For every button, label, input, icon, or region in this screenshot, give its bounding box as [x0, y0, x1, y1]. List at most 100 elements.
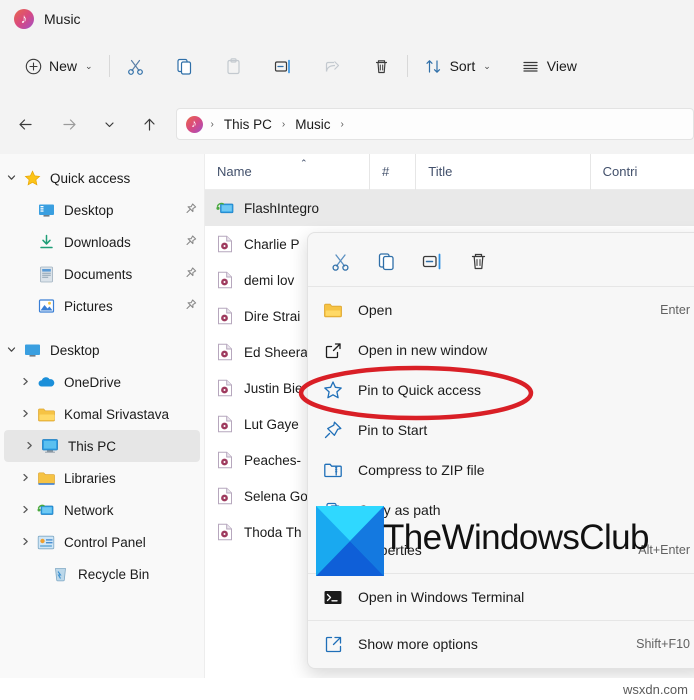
- sidebar-item-label: Desktop: [64, 202, 114, 218]
- sidebar-item-recycle-bin[interactable]: Recycle Bin: [0, 558, 204, 590]
- paste-button[interactable]: [217, 49, 250, 83]
- sidebar-item-label: Downloads: [64, 234, 131, 250]
- pin-icon[interactable]: [179, 296, 200, 317]
- audio-file-icon: [215, 270, 235, 290]
- context-item-pin-to-start[interactable]: Pin to Start: [308, 410, 694, 450]
- audio-file-icon: [215, 306, 235, 326]
- sidebar-item-downloads[interactable]: Downloads: [0, 226, 204, 258]
- chevron-collapsed-icon[interactable]: [18, 440, 40, 453]
- sidebar-item-desktop-qa[interactable]: Desktop: [0, 194, 204, 226]
- column-header-label: Title: [428, 164, 453, 179]
- sidebar-item-documents[interactable]: Documents: [0, 258, 204, 290]
- chevron-expanded-icon[interactable]: [0, 344, 22, 357]
- context-item-open-in-new-window[interactable]: Open in new window: [308, 330, 694, 370]
- watermark-site-text: wsxdn.com: [622, 682, 688, 697]
- pin-icon[interactable]: [179, 264, 200, 285]
- onedrive-cloud-icon: [36, 373, 56, 391]
- file-name: demi lov: [244, 272, 295, 288]
- column-header-name[interactable]: Name ⌃: [205, 154, 369, 190]
- breadcrumb-separator: ›: [210, 118, 214, 130]
- sidebar-item-onedrive[interactable]: OneDrive: [0, 366, 204, 398]
- sidebar-item-pictures[interactable]: Pictures: [0, 290, 204, 322]
- table-row[interactable]: FlashIntegro: [205, 190, 694, 226]
- context-menu: Open Enter Open in new window Pin to Qui…: [307, 232, 694, 669]
- downloads-icon: [36, 233, 56, 251]
- up-button[interactable]: [134, 108, 166, 140]
- context-delete-button[interactable]: [458, 243, 498, 279]
- context-cut-button[interactable]: [320, 243, 360, 279]
- context-item-compress-to-zip[interactable]: Compress to ZIP file: [308, 450, 694, 490]
- chevron-collapsed-icon[interactable]: [14, 376, 36, 389]
- delete-button[interactable]: [365, 49, 398, 83]
- sort-button-label: Sort: [449, 58, 476, 74]
- chevron-collapsed-icon[interactable]: [14, 408, 36, 421]
- context-copy-button[interactable]: [366, 243, 406, 279]
- navigation-bar: › This PC › Music ›: [0, 94, 694, 154]
- sidebar-item-label: This PC: [68, 438, 117, 454]
- column-header-track-number[interactable]: #: [368, 153, 415, 190]
- share-icon: [323, 57, 342, 76]
- recycle-bin-icon: [50, 565, 70, 583]
- audio-file-icon: [215, 486, 235, 506]
- chevron-collapsed-icon[interactable]: [14, 504, 36, 517]
- rename-button[interactable]: [266, 49, 300, 83]
- chevron-collapsed-icon[interactable]: [14, 472, 36, 485]
- trash-icon: [372, 57, 391, 76]
- breadcrumb-separator[interactable]: ›: [337, 119, 346, 130]
- music-note-icon: [14, 9, 34, 29]
- file-explorer-window: Music New ⌄: [0, 0, 694, 700]
- sidebar-item-label: Libraries: [64, 470, 116, 486]
- recent-locations-button[interactable]: [94, 108, 126, 140]
- context-item-open-in-windows-terminal[interactable]: Open in Windows Terminal: [308, 577, 694, 617]
- sidebar-item-label: Network: [64, 502, 114, 518]
- copy-button[interactable]: [168, 49, 201, 83]
- pin-icon[interactable]: [179, 200, 200, 221]
- star-icon: [22, 169, 42, 187]
- sidebar-item-control-panel[interactable]: Control Panel: [0, 526, 204, 558]
- address-bar[interactable]: › This PC › Music ›: [175, 108, 694, 140]
- libraries-folder-icon: [36, 469, 56, 487]
- context-item-open[interactable]: Open Enter: [308, 290, 694, 330]
- title-bar: Music: [0, 0, 694, 38]
- music-note-icon: [185, 115, 203, 133]
- pin-icon: [322, 420, 344, 440]
- sidebar-item-libraries[interactable]: Libraries: [0, 462, 204, 494]
- sidebar-item-label: Recycle Bin: [78, 566, 150, 582]
- context-item-label: Show more options: [358, 636, 478, 652]
- sidebar-item-komal-srivastava[interactable]: Komal Srivastava: [0, 398, 204, 430]
- back-button[interactable]: [10, 108, 42, 140]
- column-header-contributing-artists[interactable]: Contri: [589, 153, 694, 190]
- this-pc-icon: [40, 437, 60, 455]
- sort-button[interactable]: Sort ⌄: [417, 49, 498, 83]
- rename-icon: [273, 57, 293, 76]
- sidebar-item-network[interactable]: Network: [0, 494, 204, 526]
- column-header-title[interactable]: Title: [415, 153, 589, 190]
- share-button[interactable]: [316, 49, 349, 83]
- context-item-show-more-options[interactable]: Show more options Shift+F10: [308, 624, 694, 664]
- zip-folder-icon: [322, 460, 344, 480]
- forward-button[interactable]: [54, 108, 86, 140]
- cut-button[interactable]: [119, 49, 152, 83]
- view-button[interactable]: View: [514, 49, 584, 83]
- desktop-icon: [36, 201, 56, 219]
- pin-icon[interactable]: [179, 232, 200, 253]
- file-name: Ed Sheera: [244, 344, 308, 360]
- new-button[interactable]: New ⌄: [18, 49, 100, 83]
- folder-user-icon: [36, 405, 56, 423]
- context-item-accelerator: Shift+F10: [636, 637, 690, 651]
- column-headers: Name ⌃ # Title Contri: [205, 153, 694, 190]
- breadcrumb-this-pc[interactable]: This PC: [222, 117, 274, 132]
- toolbar-divider-1: [108, 55, 110, 77]
- chevron-collapsed-icon[interactable]: [14, 536, 36, 549]
- new-button-label: New: [49, 58, 78, 74]
- chevron-expanded-icon[interactable]: [0, 172, 22, 185]
- sidebar-item-this-pc[interactable]: This PC: [4, 430, 200, 462]
- breadcrumb-music[interactable]: Music: [293, 117, 332, 132]
- audio-file-icon: [215, 522, 235, 542]
- context-rename-button[interactable]: [412, 243, 452, 279]
- desktop-icon: [22, 341, 42, 359]
- sidebar-item-desktop-root[interactable]: Desktop: [0, 334, 204, 366]
- context-item-pin-to-quick-access[interactable]: Pin to Quick access: [308, 370, 694, 410]
- context-item-accelerator: Enter: [660, 303, 690, 317]
- sidebar-item-quick-access[interactable]: Quick access: [0, 162, 204, 194]
